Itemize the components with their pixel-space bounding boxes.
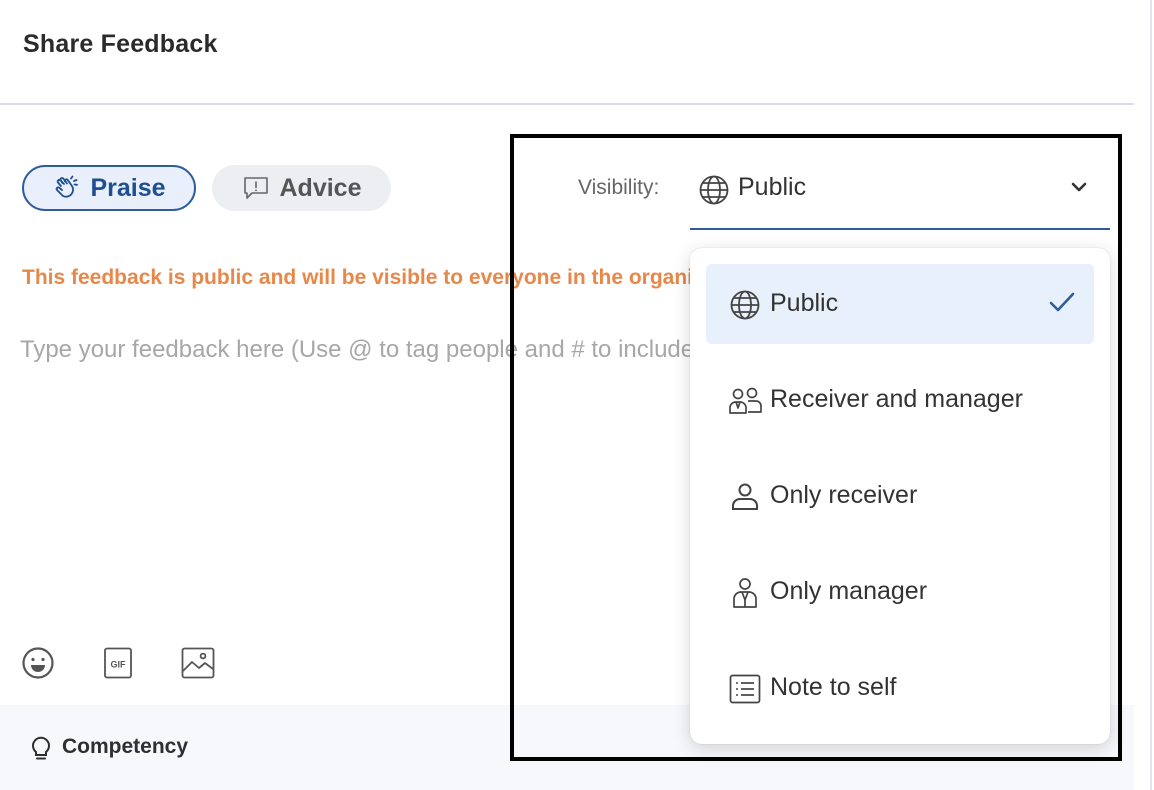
- image-icon: [181, 647, 215, 684]
- exclamation-bubble-icon: [242, 174, 270, 202]
- visibility-menu: Public Receiver and manager Only receive…: [690, 248, 1110, 744]
- panel-edge: [1150, 0, 1152, 790]
- visibility-select[interactable]: Public: [690, 160, 1110, 230]
- feedback-input[interactable]: [20, 330, 690, 370]
- praise-label: Praise: [90, 173, 166, 202]
- manager-icon: [728, 576, 762, 610]
- header-divider: [0, 103, 1134, 105]
- note-icon: [728, 672, 762, 706]
- chevron-down-icon: [1070, 180, 1088, 198]
- people-icon: [728, 384, 762, 418]
- visibility-notice: This feedback is public and will be visi…: [22, 266, 690, 289]
- visibility-value: Public: [738, 173, 807, 201]
- page-title: Share Feedback: [23, 30, 218, 58]
- competency-label: Competency: [62, 735, 189, 758]
- person-icon: [728, 480, 762, 514]
- checkmark-icon: [1048, 290, 1076, 319]
- option-label: Only receiver: [770, 481, 918, 509]
- option-label: Only manager: [770, 577, 928, 605]
- emoji-button[interactable]: [20, 646, 56, 685]
- praise-button[interactable]: Praise: [22, 165, 196, 211]
- globe-icon: [698, 174, 730, 211]
- visibility-option-only-manager[interactable]: Only manager: [706, 552, 1094, 632]
- svg-text:GIF: GIF: [111, 659, 127, 669]
- visibility-option-only-receiver[interactable]: Only receiver: [706, 456, 1094, 536]
- lightbulb-icon: [30, 734, 52, 767]
- clapping-hands-icon: [52, 174, 80, 202]
- gif-button[interactable]: GIF: [100, 647, 136, 683]
- image-button[interactable]: [180, 647, 216, 683]
- visibility-option-note-to-self[interactable]: Note to self: [706, 648, 1094, 728]
- option-label: Receiver and manager: [770, 385, 1023, 413]
- option-label: Public: [770, 289, 839, 317]
- emoji-icon: [21, 646, 55, 685]
- gif-icon: GIF: [103, 647, 133, 684]
- visibility-label: Visibility:: [578, 176, 660, 199]
- globe-icon: [728, 288, 762, 322]
- option-label: Note to self: [770, 673, 897, 701]
- advice-button[interactable]: Advice: [212, 165, 391, 211]
- visibility-option-public[interactable]: Public: [706, 264, 1094, 344]
- advice-label: Advice: [279, 173, 362, 202]
- visibility-option-receiver-and-manager[interactable]: Receiver and manager: [706, 360, 1094, 440]
